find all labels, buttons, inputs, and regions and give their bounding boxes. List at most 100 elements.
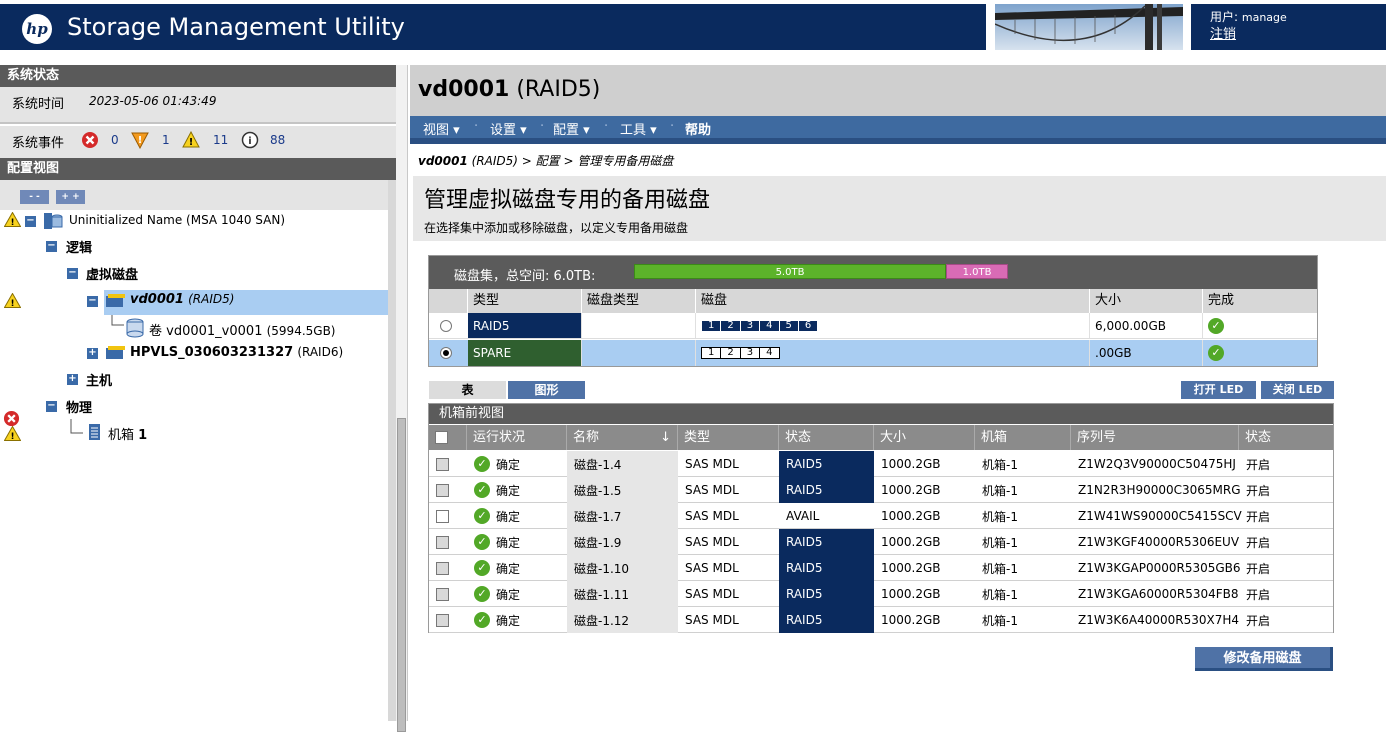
- menu-settings[interactable]: 设置 ▾: [490, 119, 527, 138]
- column-health[interactable]: 运行状况: [467, 425, 567, 450]
- table-row[interactable]: ✓ 确定 磁盘-1.9 SAS MDL RAID5 1000.2GB 机箱-1 Z1W3KGF…: [429, 529, 1333, 555]
- logout-link[interactable]: 注销: [1210, 23, 1236, 42]
- tree-volume[interactable]: 卷 vd0001_v0001 (5994.5GB): [149, 320, 336, 339]
- health-text: 确定: [496, 561, 521, 576]
- panel-splitter[interactable]: [396, 65, 408, 732]
- collapse-toggle[interactable]: −: [46, 241, 57, 252]
- table-row[interactable]: ✓ 确定 磁盘-1.11 SAS MDL RAID5 1000.2GB 机箱-1 Z1W3KG…: [429, 581, 1333, 607]
- table-row[interactable]: ✓ 确定 磁盘-1.4 SAS MDL RAID5 1000.2GB 机箱-1 Z1W2Q3V…: [429, 451, 1333, 477]
- disk-chip[interactable]: 3: [739, 319, 761, 332]
- column-size[interactable]: 大小: [874, 425, 975, 450]
- size-cell: 1000.2GB: [881, 587, 941, 601]
- row-checkbox[interactable]: [436, 613, 449, 627]
- disk-chip[interactable]: 3: [739, 347, 761, 359]
- disk-chip[interactable]: 5: [778, 319, 799, 332]
- panel-title: 管理虚拟磁盘专用的备用磁盘: [424, 188, 711, 213]
- collapse-toggle[interactable]: −: [25, 216, 36, 227]
- serial-cell: Z1W3KGA60000R5304FB8: [1078, 587, 1239, 601]
- row-select-cell: [429, 581, 467, 607]
- tree-logical[interactable]: 逻辑: [66, 237, 92, 256]
- disk-chip[interactable]: 2: [720, 319, 741, 332]
- column-enclosure[interactable]: 机箱: [975, 425, 1071, 450]
- tree-physical[interactable]: 物理: [66, 397, 92, 416]
- status-cell: 开启: [1246, 483, 1271, 498]
- warning-icon[interactable]: !: [182, 131, 200, 149]
- type-cell: SAS MDL: [685, 561, 739, 575]
- tree-enclosure[interactable]: 机箱 1: [108, 424, 147, 443]
- collapse-toggle[interactable]: −: [46, 401, 57, 412]
- splitter-handle[interactable]: [397, 418, 406, 732]
- tree-vdisk-hpvls[interactable]: HPVLS_030603231327 (RAID6): [130, 345, 343, 360]
- row-select-cell: [429, 477, 467, 503]
- table-row[interactable]: ✓ 确定 磁盘-1.7 SAS MDL AVAIL 1000.2GB 机箱-1 Z1W41WS…: [429, 503, 1333, 529]
- row-checkbox[interactable]: [436, 509, 449, 523]
- tree-line: [70, 419, 83, 434]
- spare-radio[interactable]: [440, 347, 452, 359]
- error-icon[interactable]: !: [131, 131, 149, 149]
- expand-toggle[interactable]: +: [67, 374, 78, 385]
- type-cell: SAS MDL: [685, 587, 739, 601]
- disk-chip[interactable]: 6: [797, 319, 819, 332]
- diskset-row-spare[interactable]: SPARE 1234 .00GB ✓: [429, 340, 1317, 366]
- column-type[interactable]: 类型: [678, 425, 779, 450]
- tree-toolbar: - - + +: [0, 180, 388, 210]
- tree-hosts[interactable]: 主机: [86, 370, 112, 389]
- tree-system-name[interactable]: Uninitialized Name (MSA 1040 SAN): [69, 213, 285, 227]
- menu-tools[interactable]: 工具 ▾: [620, 119, 657, 138]
- warning-count[interactable]: 11: [213, 133, 228, 147]
- disk-chip[interactable]: 1: [701, 347, 722, 359]
- tree-vdisk-vd0001[interactable]: vd0001 (RAID5): [130, 292, 234, 307]
- menu-config[interactable]: 配置 ▾: [553, 119, 590, 138]
- row-checkbox[interactable]: [436, 483, 449, 497]
- disk-chip[interactable]: 4: [759, 347, 780, 359]
- row-checkbox[interactable]: [436, 457, 449, 471]
- collapse-toggle[interactable]: −: [67, 268, 78, 279]
- name-cell: 磁盘-1.5: [567, 477, 678, 503]
- serial-cell: Z1W3KGAP0000R5305GB6: [1078, 561, 1241, 575]
- health-text: 确定: [496, 613, 521, 628]
- tab-graphic[interactable]: 图形: [508, 381, 585, 399]
- column-serial[interactable]: 序列号: [1071, 425, 1239, 450]
- status-cell: 开启: [1246, 613, 1271, 628]
- row-checkbox[interactable]: [436, 561, 449, 575]
- tree-virtual-disks[interactable]: 虚拟磁盘: [86, 264, 138, 283]
- disk-chip[interactable]: 1: [701, 319, 722, 332]
- size-cell: 1000.2GB: [881, 613, 941, 627]
- menu-separator: ·: [604, 119, 609, 134]
- table-row[interactable]: ✓ 确定 磁盘-1.12 SAS MDL RAID5 1000.2GB 机箱-1 Z1W3K6…: [429, 607, 1333, 633]
- size-cell: 6,000.00GB: [1090, 313, 1203, 338]
- column-name[interactable]: 名称 ↓: [567, 425, 678, 450]
- led-on-button[interactable]: 打开 LED: [1181, 381, 1256, 399]
- check-icon: ✓: [474, 612, 490, 628]
- type-cell: SAS MDL: [685, 613, 739, 627]
- disk-chip[interactable]: 2: [720, 347, 741, 359]
- menu-help[interactable]: 帮助: [685, 119, 711, 138]
- collapse-all-button[interactable]: - -: [20, 190, 49, 204]
- critical-icon[interactable]: [81, 131, 99, 149]
- expand-all-button[interactable]: + +: [56, 190, 85, 204]
- row-checkbox[interactable]: [436, 587, 449, 601]
- diskset-row-raid5[interactable]: RAID5 123456 6,000.00GB ✓: [429, 313, 1317, 339]
- tab-table[interactable]: 表: [429, 381, 506, 399]
- enclosure-cell: 机箱-1: [982, 587, 1018, 602]
- raid5-radio[interactable]: [440, 320, 452, 332]
- critical-count[interactable]: 0: [111, 133, 119, 147]
- column-state[interactable]: 状态: [779, 425, 874, 450]
- vdisk-icon: [106, 294, 125, 307]
- row-checkbox[interactable]: [436, 535, 449, 549]
- table-row[interactable]: ✓ 确定 磁盘-1.5 SAS MDL RAID5 1000.2GB 机箱-1 Z1N2R3H…: [429, 477, 1333, 503]
- select-all-checkbox[interactable]: [435, 431, 448, 444]
- menu-separator: ·: [474, 119, 479, 134]
- menu-view[interactable]: 视图 ▾: [423, 119, 460, 138]
- expand-toggle[interactable]: +: [87, 348, 98, 359]
- collapse-toggle[interactable]: −: [87, 296, 98, 307]
- led-off-button[interactable]: 关闭 LED: [1261, 381, 1334, 399]
- modify-spares-button[interactable]: 修改备用磁盘: [1195, 647, 1333, 671]
- table-row[interactable]: ✓ 确定 磁盘-1.10 SAS MDL RAID5 1000.2GB 机箱-1 Z1W3KG…: [429, 555, 1333, 581]
- info-count[interactable]: 88: [270, 133, 285, 147]
- disk-chip[interactable]: 4: [759, 319, 780, 332]
- error-count[interactable]: 1: [162, 133, 170, 147]
- info-icon[interactable]: i: [241, 131, 259, 149]
- column-status[interactable]: 状态: [1239, 425, 1333, 450]
- size-cell: .00GB: [1090, 340, 1203, 366]
